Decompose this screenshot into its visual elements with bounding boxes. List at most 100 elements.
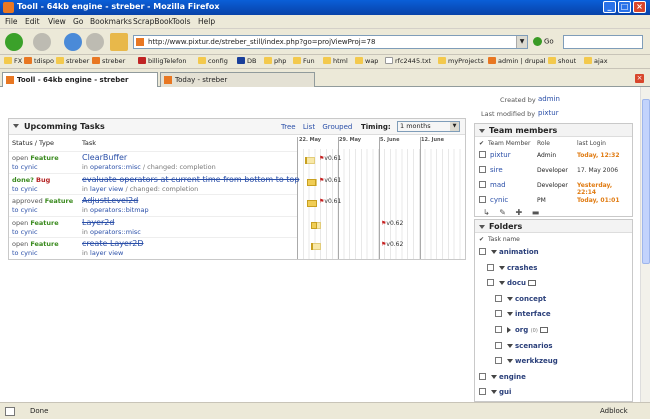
folder-checkbox[interactable] (495, 341, 502, 349)
task-title-link[interactable]: evaluate operators at current time from … (82, 175, 299, 184)
folder-checkbox[interactable] (479, 248, 486, 255)
expanded-triangle-icon[interactable] (507, 312, 513, 317)
folder-checkbox[interactable] (479, 388, 486, 396)
back-icon[interactable] (5, 33, 23, 51)
folder-checkbox[interactable] (495, 326, 502, 333)
menu-bookmarks[interactable]: Bookmarks (90, 17, 132, 26)
milestone-marker[interactable]: ⚑v0.62 (381, 241, 403, 248)
created-by-link[interactable]: admin (538, 95, 560, 103)
member-checkbox[interactable] (479, 151, 486, 158)
bookmark-item[interactable]: html (323, 57, 348, 65)
milestone-marker[interactable]: ⚑v0.61 (319, 177, 341, 184)
tab-today[interactable]: Today - streber (160, 72, 315, 87)
edit-pencil-icon[interactable]: ✎ (499, 208, 506, 217)
expanded-triangle-icon[interactable] (499, 281, 505, 286)
view-tree-link[interactable]: Tree (281, 123, 296, 131)
reload-icon[interactable] (64, 33, 82, 51)
member-name-link[interactable]: sire (490, 166, 503, 174)
menu-help[interactable]: Help (198, 17, 215, 26)
bookmark-item[interactable]: DB (237, 57, 256, 65)
bookmark-item[interactable]: streber (56, 57, 89, 65)
vertical-scrollbar[interactable] (640, 87, 650, 402)
bookmark-item[interactable]: streber (92, 57, 125, 65)
folder-checkbox[interactable] (495, 310, 502, 318)
menu-file[interactable]: File (5, 17, 18, 26)
go-button[interactable]: Go (533, 37, 554, 46)
milestone-marker[interactable]: ⚑v0.61 (319, 198, 341, 205)
select-arrow-icon[interactable]: ↳ (483, 208, 490, 217)
task-title-link[interactable]: Layer2d (82, 218, 114, 227)
folder-name-link[interactable]: gui (499, 388, 511, 396)
task-folder-link[interactable]: operators::bitmap (90, 206, 149, 214)
member-name-link[interactable]: pixtur (490, 151, 511, 159)
member-checkbox[interactable] (479, 196, 486, 203)
folder-name-link[interactable]: animation (499, 248, 539, 256)
view-list-link[interactable]: List (303, 123, 315, 131)
maximize-button[interactable]: □ (618, 1, 631, 13)
expanded-triangle-icon[interactable] (507, 343, 513, 348)
expanded-triangle-icon[interactable] (507, 296, 513, 301)
member-checkbox[interactable] (479, 181, 486, 188)
collapsed-triangle-icon[interactable] (507, 327, 511, 333)
folder-checkbox[interactable] (495, 357, 502, 365)
expanded-triangle-icon[interactable] (491, 250, 497, 254)
bookmark-item[interactable]: config (198, 57, 228, 65)
stop-icon[interactable] (86, 33, 104, 51)
scrollbar-thumb[interactable] (642, 99, 650, 264)
bookmark-item[interactable]: php (264, 57, 286, 65)
bookmark-item[interactable]: rfc2445.txt (385, 57, 431, 65)
bookmark-item[interactable]: tdispo (24, 57, 54, 65)
menu-view[interactable]: View (48, 17, 66, 26)
collapse-triangle-icon[interactable] (479, 129, 485, 133)
folder-checkbox[interactable] (487, 263, 494, 271)
remove-icon[interactable]: ▬ (532, 208, 540, 217)
folder-checkbox[interactable] (479, 372, 486, 380)
folder-name-link[interactable]: org (0) (515, 326, 548, 334)
bookmark-item[interactable]: ajax (584, 57, 608, 65)
view-grouped-link[interactable]: Grouped (322, 123, 352, 131)
task-folder-link[interactable]: operators::misc (90, 228, 141, 236)
menu-scrapbook[interactable]: ScrapBook (133, 17, 173, 26)
bookmark-item[interactable]: myProjects (438, 57, 484, 65)
minimize-button[interactable]: _ (603, 1, 616, 13)
task-folder-link[interactable]: layer view (90, 249, 123, 257)
task-title-link[interactable]: ClearBuffer (82, 153, 127, 162)
bookmark-item[interactable]: admin | drupal (488, 57, 546, 65)
collapse-triangle-icon[interactable] (13, 124, 19, 128)
member-checkbox[interactable] (479, 166, 486, 173)
task-folder-link[interactable]: operators::misc (90, 163, 141, 171)
bookmark-item[interactable]: billigTelefon (138, 57, 187, 65)
milestone-marker[interactable]: ⚑v0.61 (319, 155, 341, 162)
task-title-link[interactable]: AdjustLevel2d (82, 196, 138, 205)
home-icon[interactable] (110, 33, 128, 51)
expanded-triangle-icon[interactable] (491, 374, 497, 379)
task-assignee[interactable]: to cynic (12, 228, 38, 236)
search-field[interactable] (563, 35, 643, 49)
menu-edit[interactable]: Edit (25, 17, 40, 26)
bookmark-item[interactable]: wap (355, 57, 378, 65)
folder-checkbox[interactable] (487, 279, 494, 287)
url-dropdown-icon[interactable]: ▼ (516, 36, 527, 48)
timing-select[interactable]: 1 months ▼ (397, 121, 460, 132)
milestone-marker[interactable]: ⚑v0.62 (381, 220, 403, 227)
task-assignee[interactable]: to cynic (12, 206, 38, 214)
expanded-triangle-icon[interactable] (491, 390, 497, 395)
task-assignee[interactable]: to cynic (12, 163, 38, 171)
task-assignee[interactable]: to cynic (12, 249, 38, 257)
url-field[interactable]: http://www.pixtur.de/streber_still/index… (133, 35, 528, 49)
checkbox-all-icon[interactable]: ✔ (479, 140, 484, 147)
menu-tools[interactable]: Tools (172, 17, 190, 26)
member-name-link[interactable]: mad (490, 181, 506, 189)
checkbox-all-icon[interactable]: ✔ (479, 236, 484, 243)
task-assignee[interactable]: to cynic (12, 185, 38, 193)
task-folder-link[interactable]: layer view (90, 185, 123, 193)
collapse-triangle-icon[interactable] (479, 225, 485, 229)
bookmark-item[interactable]: FX (4, 57, 22, 65)
folder-name-link[interactable]: werkkzeug (515, 357, 558, 365)
bookmark-item[interactable]: shout (548, 57, 576, 65)
close-window-button[interactable]: × (633, 1, 646, 13)
folder-name-link[interactable]: concept (515, 295, 546, 303)
adblock-label[interactable]: Adblock (600, 407, 628, 415)
folder-name-link[interactable]: crashes (507, 264, 537, 272)
folder-checkbox[interactable] (495, 294, 502, 302)
